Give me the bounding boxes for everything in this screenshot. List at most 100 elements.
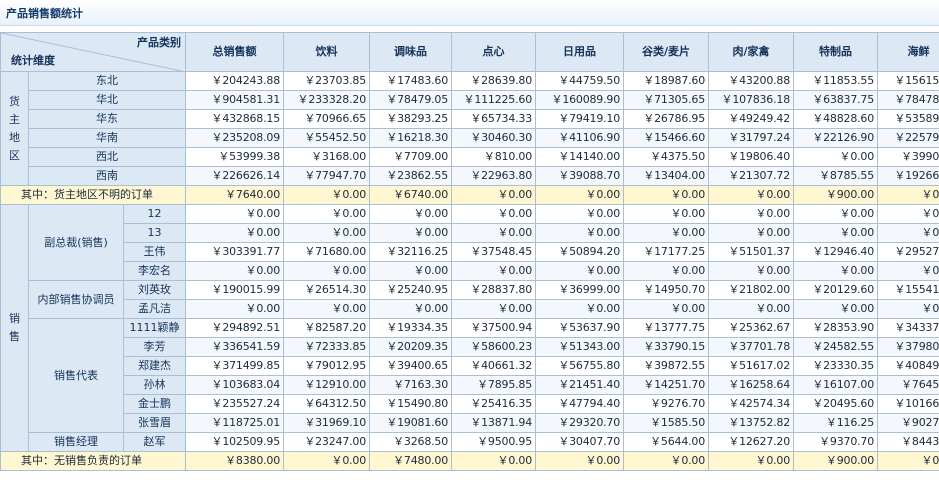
value-cell[interactable]: ￥19081.60 — [369, 413, 453, 433]
value-cell[interactable]: ￥904581.31 — [185, 90, 285, 110]
row-label[interactable]: 王伟 — [122, 242, 187, 262]
value-cell[interactable]: ￥900.00 — [793, 451, 879, 471]
value-cell[interactable]: ￥39088.70 — [535, 166, 625, 186]
value-cell[interactable]: ￥14140.00 — [535, 147, 625, 167]
value-cell[interactable]: ￥22579.35 — [877, 128, 939, 148]
value-cell[interactable]: ￥51501.37 — [708, 242, 795, 262]
value-cell[interactable]: ￥39872.55 — [623, 356, 710, 376]
value-cell[interactable]: ￥900.00 — [793, 185, 879, 205]
value-cell[interactable]: ￥0.00 — [535, 451, 625, 471]
value-cell[interactable]: ￥37548.45 — [451, 242, 537, 262]
value-cell[interactable]: ￥5644.00 — [623, 432, 710, 452]
value-cell[interactable]: ￥116.25 — [793, 413, 879, 433]
value-cell[interactable]: ￥40849.21 — [877, 356, 939, 376]
value-cell[interactable]: ￥0.00 — [708, 261, 795, 281]
row-label[interactable]: 西北 — [27, 147, 187, 167]
value-cell[interactable]: ￥0.00 — [623, 223, 710, 243]
row-label[interactable]: 郑建杰 — [122, 356, 187, 376]
col-header[interactable]: 点心 — [451, 32, 537, 72]
value-cell[interactable]: ￥29527.85 — [877, 242, 939, 262]
row-label[interactable]: 刘英玫 — [122, 280, 187, 300]
col-header[interactable]: 肉/家禽 — [708, 32, 795, 72]
value-cell[interactable]: ￥37500.94 — [451, 318, 537, 338]
value-cell[interactable]: ￥0.00 — [535, 185, 625, 205]
value-cell[interactable]: ￥0.00 — [451, 204, 537, 224]
value-cell[interactable]: ￥233328.20 — [283, 90, 371, 110]
value-cell[interactable]: ￥0.00 — [369, 261, 453, 281]
value-cell[interactable]: ￥15615.10 — [877, 71, 939, 91]
value-cell[interactable]: ￥78478.98 — [877, 90, 939, 110]
value-cell[interactable]: ￥22126.90 — [793, 128, 879, 148]
value-cell[interactable]: ￥53999.38 — [185, 147, 285, 167]
value-cell[interactable]: ￥14251.70 — [623, 375, 710, 395]
value-cell[interactable]: ￥30407.70 — [535, 432, 625, 452]
value-cell[interactable]: ￥13404.00 — [623, 166, 710, 186]
value-cell[interactable]: ￥71305.65 — [623, 90, 710, 110]
value-cell[interactable]: ￥0.00 — [793, 204, 879, 224]
value-cell[interactable]: ￥30460.30 — [451, 128, 537, 148]
value-cell[interactable]: ￥56755.80 — [535, 356, 625, 376]
value-cell[interactable]: ￥38293.25 — [369, 109, 453, 129]
value-cell[interactable]: ￥21307.72 — [708, 166, 795, 186]
value-cell[interactable]: ￥51343.00 — [535, 337, 625, 357]
value-cell[interactable]: ￥26514.30 — [283, 280, 371, 300]
value-cell[interactable]: ￥18987.60 — [623, 71, 710, 91]
value-cell[interactable]: ￥7163.30 — [369, 375, 453, 395]
col-header[interactable]: 特制品 — [793, 32, 879, 72]
value-cell[interactable]: ￥0.00 — [623, 185, 710, 205]
row-label[interactable]: 1111颖静 — [122, 318, 187, 338]
value-cell[interactable]: ￥53589.85 — [877, 109, 939, 129]
value-cell[interactable]: ￥4375.50 — [623, 147, 710, 167]
value-cell[interactable]: ￥3168.00 — [283, 147, 371, 167]
value-cell[interactable]: ￥25362.67 — [708, 318, 795, 338]
value-cell[interactable]: ￥103683.04 — [185, 375, 285, 395]
value-cell[interactable]: ￥31797.24 — [708, 128, 795, 148]
value-cell[interactable]: ￥0.00 — [451, 299, 537, 319]
value-cell[interactable]: ￥8380.00 — [185, 451, 285, 471]
row-label[interactable]: 孙林 — [122, 375, 187, 395]
value-cell[interactable]: ￥47794.40 — [535, 394, 625, 414]
value-cell[interactable]: ￥0.00 — [185, 299, 285, 319]
value-cell[interactable]: ￥0.00 — [451, 451, 537, 471]
value-cell[interactable]: ￥9276.70 — [623, 394, 710, 414]
value-cell[interactable]: ￥25416.35 — [451, 394, 537, 414]
value-cell[interactable]: ￥26786.95 — [623, 109, 710, 129]
col-header[interactable]: 日用品 — [535, 32, 625, 72]
value-cell[interactable]: ￥0.00 — [623, 261, 710, 281]
value-cell[interactable]: ￥13752.82 — [708, 413, 795, 433]
col-header[interactable]: 总销售额 — [185, 32, 285, 72]
value-cell[interactable]: ￥0.00 — [623, 451, 710, 471]
value-cell[interactable]: ￥19806.40 — [708, 147, 795, 167]
value-cell[interactable]: ￥37701.78 — [708, 337, 795, 357]
value-cell[interactable]: ￥58600.23 — [451, 337, 537, 357]
value-cell[interactable]: ￥53637.90 — [535, 318, 625, 338]
row-label[interactable]: 13 — [122, 223, 187, 243]
value-cell[interactable]: ￥9500.95 — [451, 432, 537, 452]
value-cell[interactable]: ￥3990.48 — [877, 147, 939, 167]
col-header[interactable]: 饮料 — [283, 32, 371, 72]
value-cell[interactable]: ￥37980.68 — [877, 337, 939, 357]
value-cell[interactable]: ￥0.00 — [877, 204, 939, 224]
value-cell[interactable]: ￥235208.09 — [185, 128, 285, 148]
value-cell[interactable]: ￥23862.55 — [369, 166, 453, 186]
value-cell[interactable]: ￥23330.35 — [793, 356, 879, 376]
value-cell[interactable]: ￥44759.50 — [535, 71, 625, 91]
row-label[interactable]: 东北 — [27, 71, 187, 91]
value-cell[interactable]: ￥28353.90 — [793, 318, 879, 338]
value-cell[interactable]: ￥21802.00 — [708, 280, 795, 300]
value-cell[interactable]: ￥204243.88 — [185, 71, 285, 91]
value-cell[interactable]: ￥0.00 — [283, 185, 371, 205]
value-cell[interactable]: ￥19334.35 — [369, 318, 453, 338]
col-header[interactable]: 谷类/麦片 — [623, 32, 710, 72]
value-cell[interactable]: ￥23703.85 — [283, 71, 371, 91]
row-label[interactable]: 12 — [122, 204, 187, 224]
value-cell[interactable]: ￥190015.99 — [185, 280, 285, 300]
value-cell[interactable]: ￥8443.90 — [877, 432, 939, 452]
value-cell[interactable]: ￥0.00 — [185, 261, 285, 281]
value-cell[interactable]: ￥10166.55 — [877, 394, 939, 414]
value-cell[interactable]: ￥43200.88 — [708, 71, 795, 91]
value-cell[interactable]: ￥0.00 — [708, 185, 795, 205]
value-cell[interactable]: ￥111225.60 — [451, 90, 537, 110]
value-cell[interactable]: ￥13777.75 — [623, 318, 710, 338]
value-cell[interactable]: ￥78479.05 — [369, 90, 453, 110]
